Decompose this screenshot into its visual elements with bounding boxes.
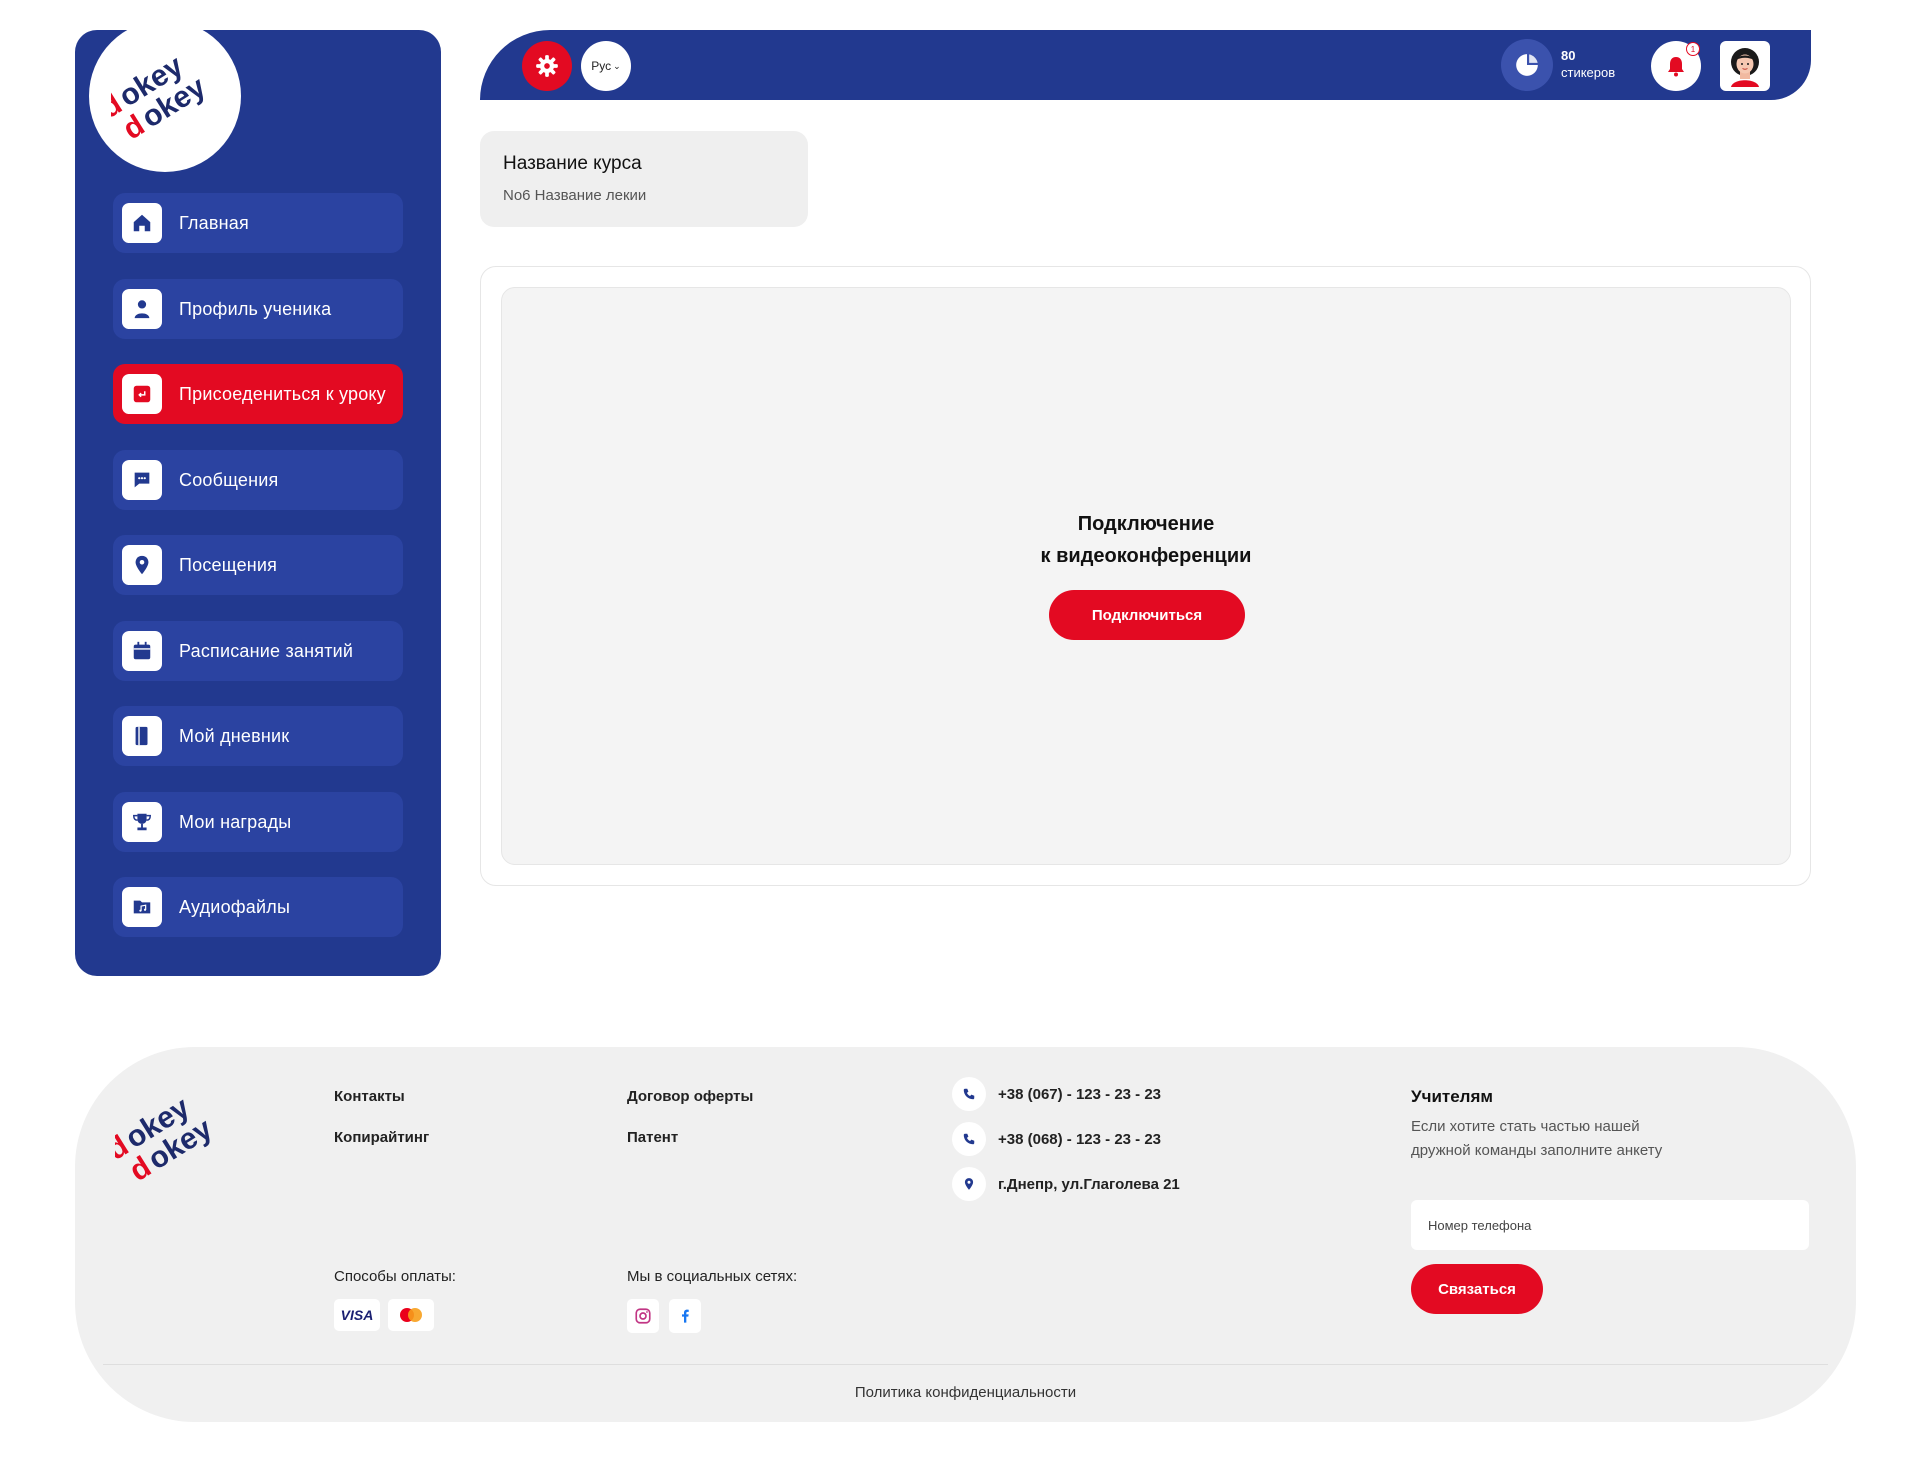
sidebar-item-label: Присоедениться к уроку bbox=[179, 384, 386, 404]
calendar-icon bbox=[122, 630, 162, 671]
sidebar-item-messages[interactable]: Сообщения bbox=[113, 449, 403, 510]
home-icon bbox=[122, 203, 162, 243]
settings-button[interactable] bbox=[522, 41, 572, 91]
top-bar: Рус ⌄ 80 стикеров 1 bbox=[480, 30, 1811, 100]
location-pin-icon bbox=[122, 545, 162, 585]
phone-row-2[interactable]: +38 (068) - 123 - 23 - 23 bbox=[952, 1122, 1161, 1156]
sidebar-item-label: Сообщения bbox=[179, 469, 279, 490]
sidebar-item-label: Мои награды bbox=[179, 811, 292, 832]
stickers-count: 80 bbox=[1561, 48, 1576, 63]
chat-icon bbox=[122, 459, 162, 500]
language-select[interactable]: Рус ⌄ bbox=[581, 41, 631, 91]
phone-icon bbox=[952, 1122, 986, 1156]
bell-icon bbox=[1668, 57, 1684, 77]
sidebar-item-schedule[interactable]: Расписание занятий bbox=[113, 620, 403, 681]
teachers-description: Если хотите стать частью нашей дружной к… bbox=[1411, 1118, 1663, 1159]
sidebar-item-label: Посещения bbox=[179, 555, 278, 575]
visa-icon: VISA bbox=[334, 1299, 380, 1331]
notebook-icon bbox=[122, 716, 162, 756]
phone-1: +38 (067) - 123 - 23 - 23 bbox=[998, 1085, 1162, 1103]
chevron-down-icon: ⌄ bbox=[613, 60, 621, 71]
notification-badge: 1 bbox=[1686, 42, 1700, 56]
footer-logo[interactable]: okey d okey d bbox=[101, 1089, 218, 1194]
sidebar-item-attendance[interactable]: Посещения bbox=[113, 535, 403, 595]
teachers-title: Учителям bbox=[1411, 1087, 1493, 1106]
footer-link-copyright[interactable]: Копирайтинг bbox=[334, 1129, 429, 1146]
phone-row-1[interactable]: +38 (067) - 123 - 23 - 23 bbox=[952, 1077, 1161, 1111]
payment-methods-label: Способы оплаты: bbox=[334, 1268, 456, 1285]
sidebar-item-profile[interactable]: Профиль ученика bbox=[113, 278, 403, 339]
sidebar-item-label: Расписание занятий bbox=[179, 640, 354, 661]
social-label: Мы в социальных сетях: bbox=[627, 1268, 798, 1285]
video-title-line1: Подключение bbox=[1077, 513, 1215, 535]
sidebar-item-home[interactable]: Главная bbox=[113, 193, 403, 253]
sidebar-item-label: Главная bbox=[179, 213, 249, 233]
footer: okey d okey d Контакты Копирайтинг Догов… bbox=[75, 1047, 1856, 1422]
address: г.Днепр, ул.Глаголева 21 bbox=[998, 1175, 1180, 1193]
sidebar-item-label: Аудиофайлы bbox=[179, 897, 291, 917]
instagram-icon[interactable] bbox=[627, 1299, 659, 1333]
footer-divider bbox=[103, 1364, 1828, 1365]
trophy-icon bbox=[122, 801, 162, 842]
facebook-icon[interactable] bbox=[669, 1299, 701, 1333]
sidebar-nav: Главная Профиль ученика Присоедениться к… bbox=[113, 193, 403, 963]
language-value: Рус bbox=[591, 59, 612, 73]
join-lesson-icon bbox=[122, 374, 162, 414]
sticker-icon bbox=[1516, 54, 1538, 76]
contact-submit-button[interactable]: Связаться bbox=[1411, 1264, 1543, 1314]
video-title-line2: к видеоконференции bbox=[1040, 545, 1252, 567]
sidebar-item-join-lesson[interactable]: Присоедениться к уроку bbox=[113, 364, 403, 424]
sidebar-item-awards[interactable]: Мои награды bbox=[113, 791, 403, 852]
course-card: Название курса No6 Название лекии bbox=[480, 131, 808, 227]
sidebar-item-label: Профиль ученика bbox=[179, 298, 332, 319]
address-row: г.Днепр, ул.Глаголева 21 bbox=[952, 1167, 1180, 1201]
sidebar-item-audio[interactable]: Аудиофайлы bbox=[113, 877, 403, 937]
sidebar: okey d okey d Главная Профиль ученика Пр… bbox=[75, 20, 441, 976]
okey-okey-logo-icon: okey d okey d bbox=[111, 49, 212, 140]
lecture-title: No6 Название лекии bbox=[503, 187, 647, 204]
phone-2: +38 (068) - 123 - 23 - 23 bbox=[998, 1130, 1162, 1148]
gear-icon bbox=[536, 55, 558, 77]
avatar[interactable] bbox=[1720, 41, 1770, 91]
audio-folder-icon bbox=[122, 887, 162, 927]
sidebar-item-label: Мой дневник bbox=[179, 726, 290, 746]
footer-link-offer[interactable]: Договор оферты bbox=[627, 1088, 753, 1105]
avatar-icon bbox=[1731, 48, 1759, 87]
phone-number-input[interactable] bbox=[1411, 1200, 1809, 1250]
connect-button[interactable]: Подключиться bbox=[1049, 590, 1245, 640]
logo[interactable]: okey d okey d bbox=[89, 20, 241, 172]
stickers-indicator[interactable] bbox=[1501, 39, 1553, 91]
phone-icon bbox=[952, 1077, 986, 1111]
mastercard-icon bbox=[388, 1299, 434, 1331]
sidebar-item-diary[interactable]: Мой дневник bbox=[113, 706, 403, 766]
video-conference-panel: Подключение к видеоконференции Подключит… bbox=[480, 266, 1811, 886]
footer-link-patent[interactable]: Патент bbox=[627, 1129, 678, 1146]
privacy-policy-link[interactable]: Политика конфиденциальности bbox=[75, 1384, 1856, 1401]
location-pin-icon bbox=[952, 1167, 986, 1201]
user-icon bbox=[122, 288, 162, 329]
footer-link-contacts[interactable]: Контакты bbox=[334, 1088, 405, 1105]
course-title: Название курса bbox=[503, 153, 642, 174]
video-area: Подключение к видеоконференции Подключит… bbox=[501, 287, 1791, 865]
stickers-label: стикеров bbox=[1561, 65, 1616, 80]
okey-okey-logo-icon: okey d okey d bbox=[101, 1091, 218, 1188]
